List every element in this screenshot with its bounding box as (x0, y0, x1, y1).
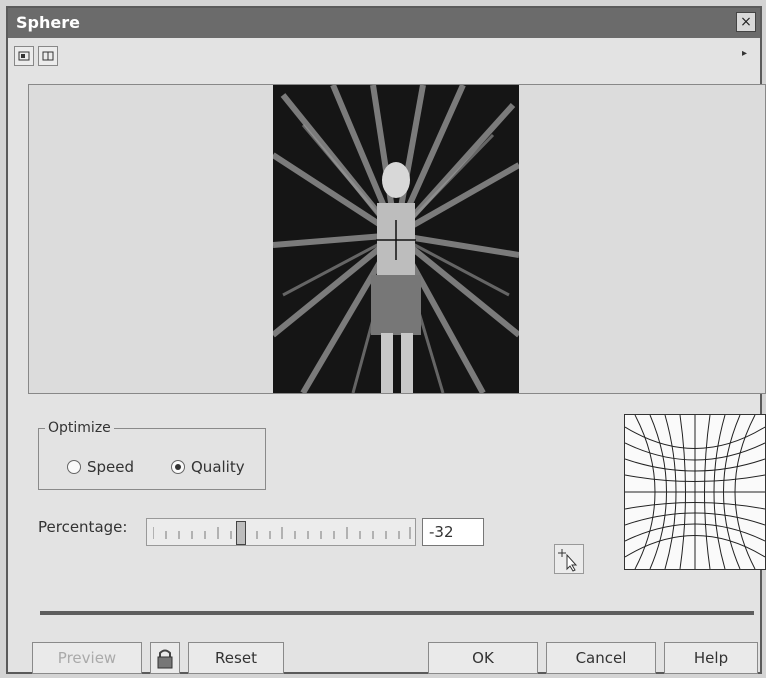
reset-button[interactable]: Reset (188, 642, 284, 674)
split-preview-icon (42, 51, 54, 61)
toolbar-menu-arrow-icon[interactable]: ▸ (742, 48, 754, 64)
split-preview-button[interactable] (38, 46, 58, 66)
single-preview-button[interactable] (14, 46, 34, 66)
optimize-legend: Optimize (48, 420, 111, 436)
slider-thumb[interactable] (235, 521, 246, 545)
quality-option[interactable]: Quality (171, 458, 245, 476)
single-preview-icon (18, 51, 30, 61)
preview-toolbar: ▸ (8, 42, 760, 70)
percentage-label: Percentage: (38, 518, 128, 536)
slider-ticks (153, 527, 411, 539)
preview-image[interactable] (273, 85, 519, 393)
optimize-group: Optimize Speed Quality (38, 420, 266, 490)
cancel-button[interactable]: Cancel (546, 642, 656, 674)
quality-label: Quality (191, 458, 245, 476)
progress-separator (40, 611, 754, 615)
close-button[interactable]: × (736, 12, 756, 32)
sphere-dialog: Sphere × ▸ Optimize Speed Quality Percen… (6, 6, 766, 674)
quality-radio[interactable] (171, 460, 185, 474)
dialog-title: Sphere (16, 13, 80, 32)
speed-radio[interactable] (67, 460, 81, 474)
title-bar[interactable]: Sphere × (8, 8, 760, 38)
preview-button[interactable]: Preview (32, 642, 142, 674)
percentage-value-input[interactable]: -32 (422, 518, 484, 546)
help-button[interactable]: Help (664, 642, 758, 674)
speed-option[interactable]: Speed (67, 458, 134, 476)
pick-center-button[interactable] (554, 544, 584, 574)
percentage-slider[interactable] (146, 518, 416, 546)
distortion-grid-graphic (624, 414, 766, 570)
lock-icon (157, 649, 173, 669)
ok-button[interactable]: OK (428, 642, 538, 674)
close-icon: × (740, 14, 752, 30)
pick-center-icon (558, 549, 578, 572)
preview-pane[interactable] (28, 84, 766, 394)
speed-label: Speed (87, 458, 135, 476)
lock-preview-button[interactable] (150, 642, 180, 674)
sphere-grid-preview (624, 414, 766, 570)
